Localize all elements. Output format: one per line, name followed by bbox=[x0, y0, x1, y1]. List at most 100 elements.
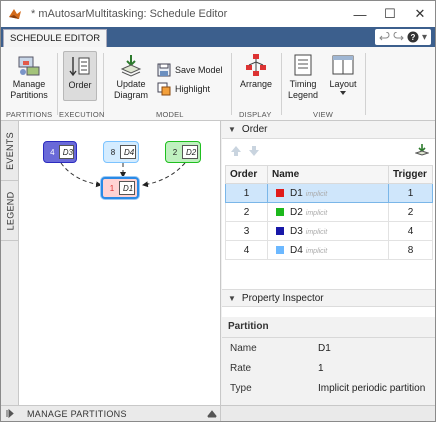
tab-schedule-editor[interactable]: SCHEDULE EDITOR bbox=[3, 29, 108, 47]
events-tab-label: EVENTS bbox=[5, 131, 15, 170]
maximize-button[interactable]: ☐ bbox=[375, 1, 405, 27]
order-label: Order bbox=[68, 80, 92, 90]
minimize-button[interactable]: — bbox=[345, 1, 375, 27]
row-name: D1 bbox=[290, 187, 303, 199]
manage-partitions-icon bbox=[18, 56, 40, 76]
timing-legend-button[interactable]: Timing Legend bbox=[285, 53, 321, 101]
side-tab-strip: EVENTS LEGEND bbox=[1, 121, 19, 405]
row-name-cell: D1 implicit bbox=[267, 183, 389, 203]
column-header-trigger[interactable]: Trigger bbox=[388, 165, 433, 184]
property-value-rate[interactable]: 1 bbox=[318, 363, 324, 374]
save-model-label: Save Model bbox=[175, 65, 223, 75]
chevron-down-icon bbox=[340, 91, 346, 95]
ribbon-tab-strip: SCHEDULE EDITOR ? ▾ bbox=[1, 27, 435, 47]
ribbon-separator bbox=[231, 53, 232, 115]
arrange-label: Arrange bbox=[239, 79, 273, 89]
schedule-editor-window: * mAutosarMultitasking: Schedule Editor … bbox=[0, 0, 436, 422]
block-name: D1 bbox=[119, 181, 135, 195]
expand-icon[interactable] bbox=[6, 409, 15, 418]
ribbon-separator bbox=[103, 53, 104, 115]
timing-legend-icon bbox=[294, 54, 312, 76]
order-table: Order Name Trigger 1 D1 implicit 1 2 D2 im… bbox=[225, 165, 433, 260]
arrange-icon bbox=[246, 54, 266, 76]
block-name: D2 bbox=[182, 145, 198, 159]
block-order-number: 2 bbox=[172, 147, 178, 157]
legend-tab-label: LEGEND bbox=[5, 191, 15, 230]
save-model-button[interactable]: Save Model bbox=[157, 63, 223, 77]
partition-block-d2[interactable]: 2 D2 bbox=[165, 141, 201, 163]
partition-block-d1[interactable]: 1 D1 bbox=[101, 177, 139, 199]
update-diagram-label: Update Diagram bbox=[113, 79, 148, 100]
color-swatch bbox=[276, 245, 284, 254]
save-model-icon bbox=[157, 63, 171, 77]
close-button[interactable]: ✕ bbox=[405, 1, 435, 27]
layout-dropdown-button[interactable]: Layout bbox=[325, 53, 361, 96]
property-inspector-body: Partition Name D1 Rate 1 Type Implicit p… bbox=[222, 317, 435, 405]
property-value-name[interactable]: D1 bbox=[318, 343, 331, 354]
ribbon-separator bbox=[365, 53, 366, 115]
partition-section-title: Partition bbox=[228, 321, 269, 332]
manage-partitions-tab[interactable]: MANAGE PARTITIONS bbox=[19, 406, 221, 421]
quick-access-more-icon[interactable]: ▾ bbox=[422, 32, 427, 43]
partition-block-d4[interactable]: 8 D4 bbox=[103, 141, 139, 163]
property-inspector-header[interactable]: ▼ Property Inspector bbox=[222, 289, 435, 307]
arrange-button[interactable]: Arrange bbox=[237, 53, 275, 90]
inspector-spacer bbox=[222, 307, 435, 317]
update-diagram-icon bbox=[120, 55, 142, 77]
column-header-order[interactable]: Order bbox=[225, 165, 268, 184]
manage-partitions-button[interactable]: Manage Partitions bbox=[7, 53, 51, 101]
title-bar: * mAutosarMultitasking: Schedule Editor … bbox=[1, 1, 435, 27]
layout-label: Layout bbox=[329, 79, 357, 89]
redo-icon[interactable] bbox=[393, 31, 404, 43]
highlight-button[interactable]: Highlight bbox=[157, 82, 210, 96]
schedule-canvas[interactable]: 4 D3 8 D4 2 D2 1 D1 bbox=[19, 121, 221, 405]
quick-access-toolbar: ? ▾ bbox=[374, 29, 431, 45]
partition-block-d3[interactable]: 4 D3 bbox=[43, 141, 77, 163]
row-tag: implicit bbox=[305, 209, 328, 217]
order-table-header: Order Name Trigger bbox=[225, 165, 433, 184]
legend-tab[interactable]: LEGEND bbox=[1, 181, 19, 241]
help-icon[interactable]: ? bbox=[407, 31, 419, 43]
right-panel: ▼ Order Order Name Trigger 1 D1 implicit… bbox=[222, 121, 435, 405]
group-label-view: VIEW bbox=[313, 110, 333, 119]
collapse-caret-icon[interactable]: ▼ bbox=[228, 125, 236, 134]
table-row[interactable]: 4 D4 implicit 8 bbox=[225, 240, 433, 260]
row-trigger: 1 bbox=[388, 183, 433, 203]
order-button[interactable]: Order bbox=[63, 51, 97, 101]
block-order-number: 8 bbox=[110, 147, 116, 157]
property-label-name: Name bbox=[230, 343, 257, 354]
arrow-d3-to-d1 bbox=[60, 162, 102, 188]
highlight-icon bbox=[157, 82, 171, 96]
move-down-icon[interactable] bbox=[248, 145, 260, 157]
table-row[interactable]: 2 D2 implicit 2 bbox=[225, 202, 433, 222]
manage-partitions-label: Manage Partitions bbox=[10, 79, 48, 100]
property-label-type: Type bbox=[230, 383, 252, 394]
update-order-icon[interactable] bbox=[415, 143, 429, 157]
ribbon: Manage Partitions Order Update Diagram S… bbox=[1, 47, 435, 121]
layout-icon bbox=[332, 55, 354, 75]
arrow-d2-to-d1 bbox=[142, 162, 186, 188]
dependency-arrows bbox=[60, 162, 186, 188]
row-order: 2 bbox=[225, 202, 268, 222]
panel-toggle-icon[interactable] bbox=[207, 410, 217, 418]
collapse-caret-icon[interactable]: ▼ bbox=[228, 294, 236, 303]
block-order-number: 4 bbox=[50, 147, 55, 157]
bottom-bar: MANAGE PARTITIONS bbox=[1, 405, 435, 421]
table-row[interactable]: 3 D3 implicit 4 bbox=[225, 221, 433, 241]
table-row[interactable]: 1 D1 implicit 1 bbox=[225, 183, 433, 203]
update-diagram-button[interactable]: Update Diagram bbox=[109, 53, 153, 101]
color-swatch bbox=[276, 207, 284, 216]
property-inspector-title: Property Inspector bbox=[241, 292, 324, 304]
row-name: D3 bbox=[290, 225, 303, 237]
group-label-execution: EXECUTION bbox=[59, 110, 105, 119]
color-swatch bbox=[276, 188, 284, 197]
block-order-number: 1 bbox=[109, 183, 115, 193]
move-up-icon[interactable] bbox=[230, 145, 242, 157]
column-header-name[interactable]: Name bbox=[267, 165, 389, 184]
undo-icon[interactable] bbox=[379, 31, 390, 43]
events-tab[interactable]: EVENTS bbox=[1, 121, 19, 181]
highlight-label: Highlight bbox=[175, 84, 211, 94]
row-trigger: 2 bbox=[388, 202, 433, 222]
ribbon-separator bbox=[57, 53, 58, 115]
order-panel-header[interactable]: ▼ Order bbox=[222, 121, 435, 139]
